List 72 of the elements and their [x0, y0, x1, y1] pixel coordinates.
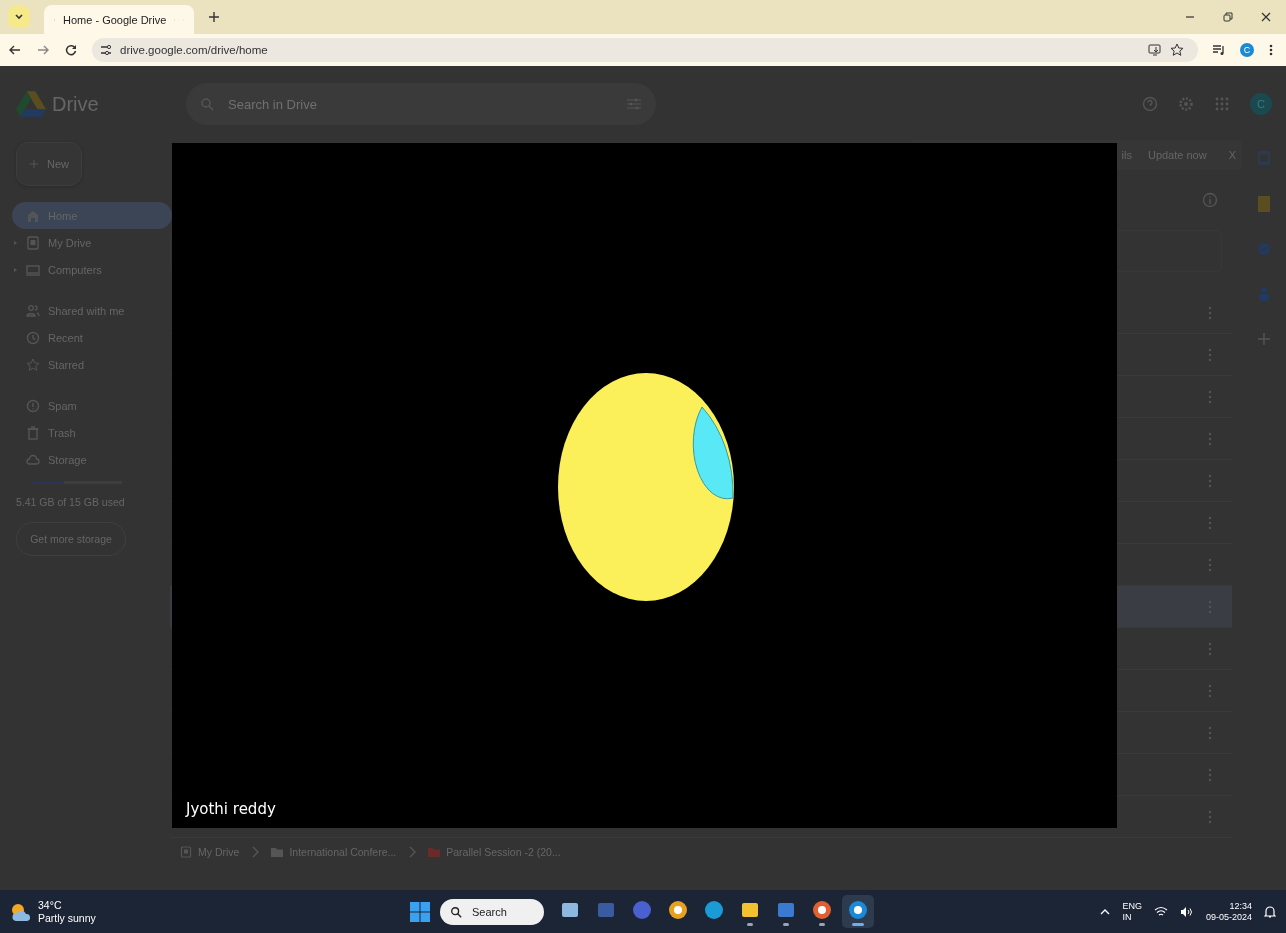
language-indicator[interactable]: ENG: [1122, 900, 1142, 912]
settings-icon[interactable]: [1178, 96, 1194, 112]
spam-icon: [26, 398, 40, 413]
drive-icon: [180, 846, 192, 858]
more-icon[interactable]: [1208, 809, 1212, 824]
profile-avatar[interactable]: C: [1240, 43, 1254, 57]
tab-title: Home - Google Drive: [63, 13, 167, 26]
chevron-up-icon[interactable]: [1100, 907, 1111, 916]
tab-search-button[interactable]: [8, 6, 30, 28]
taskbar-search-bar[interactable]: Search: [440, 898, 544, 925]
weather-condition: Partly sunny: [38, 911, 96, 925]
search-icon: [450, 905, 462, 918]
chevron-right-icon: [408, 846, 417, 858]
url-text: drive.google.com/drive/home: [120, 44, 268, 56]
running-app-indicator: [783, 923, 789, 926]
search-icon: [200, 97, 214, 111]
menu-icon[interactable]: [1268, 43, 1274, 57]
star-icon[interactable]: [1170, 43, 1184, 57]
more-icon[interactable]: [1208, 557, 1212, 572]
more-icon[interactable]: [1208, 767, 1212, 782]
participant-name: Jyothi reddy: [186, 800, 276, 818]
drive-logo-icon: [16, 91, 46, 117]
check-circle-icon[interactable]: [1257, 242, 1271, 256]
temperature: 34°C: [38, 898, 63, 912]
star-icon: [26, 357, 40, 372]
more-icon[interactable]: [1208, 683, 1212, 698]
reload-icon[interactable]: [64, 43, 78, 57]
site-settings-icon[interactable]: [100, 44, 112, 56]
address-bar[interactable]: drive.google.com/drive/home: [92, 38, 1198, 62]
taskbar-app-button[interactable]: [842, 895, 874, 928]
more-icon[interactable]: [1208, 431, 1212, 446]
back-icon[interactable]: [8, 43, 22, 57]
browser-icon[interactable]: [848, 900, 868, 920]
wifi-icon[interactable]: [1153, 905, 1168, 918]
taskbar-search-input[interactable]: Search: [470, 904, 534, 919]
browser-icon[interactable]: [668, 900, 688, 920]
active-app-indicator: [852, 923, 864, 926]
media-icon[interactable]: [1212, 43, 1226, 57]
drive-icon: [26, 235, 40, 250]
more-icon[interactable]: [1208, 347, 1212, 362]
computer-icon: [26, 262, 40, 277]
folder-icon[interactable]: [740, 900, 760, 920]
plus-icon[interactable]: [208, 11, 220, 23]
home-icon: [26, 208, 40, 223]
more-icon[interactable]: [1208, 641, 1212, 656]
more-icon[interactable]: [1208, 305, 1212, 320]
more-icon[interactable]: [1208, 389, 1212, 404]
chevron-down-icon: [14, 12, 24, 22]
more-icon[interactable]: [1208, 725, 1212, 740]
forward-icon[interactable]: [36, 43, 50, 57]
restore-icon[interactable]: [1222, 11, 1234, 23]
region-indicator[interactable]: IN: [1122, 911, 1142, 923]
cloud-icon: [26, 452, 40, 467]
window-icon[interactable]: [596, 900, 616, 920]
running-app-indicator: [747, 923, 753, 926]
trash-icon: [26, 425, 40, 440]
running-app-indicator: [819, 923, 825, 926]
browser-icon[interactable]: [812, 900, 832, 920]
clock-icon: [26, 330, 40, 345]
more-icon[interactable]: [1208, 515, 1212, 530]
clock-date[interactable]: 09-05-2024: [1205, 911, 1252, 923]
bell-icon[interactable]: [1264, 904, 1276, 919]
info-icon[interactable]: [1202, 192, 1218, 208]
clock-time[interactable]: 12:34: [1229, 900, 1252, 912]
more-icon[interactable]: [1208, 473, 1212, 488]
windows-start-icon[interactable]: [410, 901, 430, 922]
weather-icon[interactable]: [10, 901, 32, 922]
chevron-right-icon: [251, 846, 260, 858]
install-icon[interactable]: [1148, 43, 1162, 57]
help-icon[interactable]: [1142, 96, 1158, 112]
apps-icon[interactable]: [1214, 96, 1230, 112]
people-icon: [26, 303, 40, 318]
